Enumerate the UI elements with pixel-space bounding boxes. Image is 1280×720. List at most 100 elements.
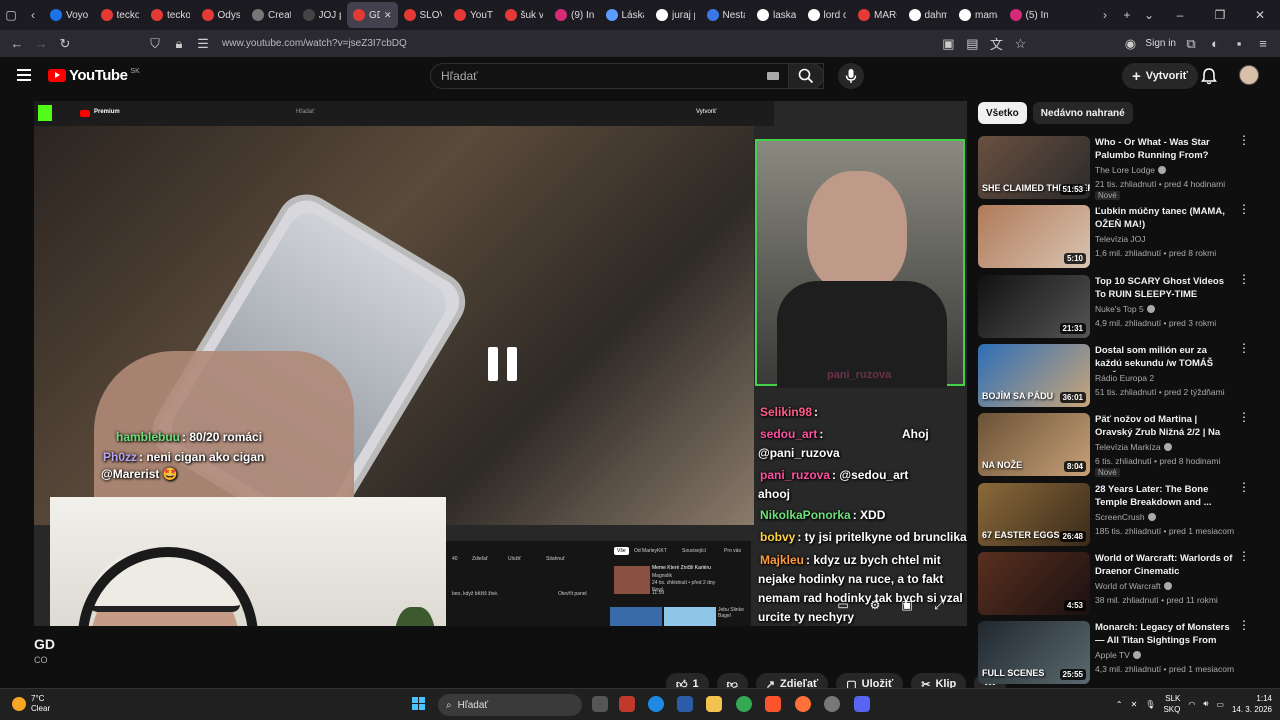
extensions-icon[interactable]: ⧉ [1182,36,1200,52]
more-options-icon[interactable]: ⋮ [1238,619,1250,631]
subtitles-icon[interactable]: ▭ [834,598,852,612]
hamburger-menu-icon[interactable] [17,69,31,81]
browser-tab[interactable]: Voyo [44,2,95,28]
more-options-icon[interactable]: ⋮ [1238,134,1250,146]
account-icon[interactable]: ◉ [1121,36,1139,52]
tabs-scroll-right-icon[interactable]: › [1094,2,1116,28]
video-thumbnail[interactable]: 5:10 [978,205,1090,269]
channel-name[interactable]: The Lore Lodge [1095,165,1167,175]
reload-icon[interactable]: ↻ [56,36,74,52]
video-player[interactable]: Premium Hľadať Vytvoriť pani_ruzova 40 Z… [34,101,967,626]
browser-tab[interactable]: MARC [852,2,903,28]
firefox-icon[interactable] [795,696,811,712]
chrome-icon[interactable] [736,696,752,712]
channel-name[interactable]: ScreenCrush [1095,512,1156,522]
clock[interactable]: 1:14 14. 3. 2026 [1232,693,1272,715]
tab-dropdown-icon[interactable]: ⌄ [1138,2,1160,28]
video-title[interactable]: Dostal som milión eur za každú sekundu /… [1095,344,1235,372]
recommended-video[interactable]: 5:10 Ľubkin múčny tanec (MAMA, OŽEŇ MA!) T… [978,203,1278,269]
battery-icon[interactable]: ▭ [1216,700,1224,709]
recommended-video[interactable]: SHE CLAIMED THEY WERE FOLLOWING51:53Who … [978,134,1278,200]
video-thumbnail[interactable]: 4:53 [978,551,1090,615]
miniplayer-icon[interactable]: ▣ [898,598,916,612]
chip-all[interactable]: Všetko [978,102,1027,124]
tabs-scroll-left-icon[interactable]: ‹ [22,2,44,28]
more-options-icon[interactable]: ⋮ [1238,411,1250,423]
discord-icon[interactable] [854,696,870,712]
tray-network-off-icon[interactable]: ✕ [1131,700,1138,709]
sign-in-link[interactable]: Sign in [1145,38,1176,49]
file-explorer-icon[interactable] [706,696,722,712]
tray-chevron-icon[interactable]: ⌃ [1116,700,1123,709]
maximize-icon[interactable]: ❐ [1200,2,1240,28]
browser-tab[interactable]: Create [246,2,297,28]
channel-name[interactable]: Televízia Markíza [1095,442,1172,452]
url-field[interactable]: www.youtube.com/watch?v=jseZ3I7cbDQ [218,38,933,49]
browser-tab[interactable]: laska [751,2,802,28]
brave-icon[interactable] [765,696,781,712]
chip-recent[interactable]: Nedávno nahrané [1032,102,1133,124]
firefox-color-icon[interactable]: ◐ [1206,36,1224,51]
keyboard-icon[interactable] [767,72,779,80]
more-options-icon[interactable]: ⋮ [1238,273,1250,285]
close-window-icon[interactable]: ✕ [1240,2,1280,28]
settings-gear-icon[interactable]: ⚙ [866,598,884,612]
fullscreen-icon[interactable]: ⤢ [930,598,948,612]
shield-icon[interactable]: ⛉ [146,36,164,52]
video-title[interactable]: Top 10 SCARY Ghost Videos To RUIN SLEEPY… [1095,275,1235,301]
new-tab-icon[interactable]: + [1116,2,1138,28]
video-title[interactable]: Who - Or What - Was Star Palumbo Running… [1095,136,1235,162]
video-title[interactable]: World of Warcraft: Warlords of Draenor C… [1095,552,1235,578]
browser-tab[interactable]: tecko [95,2,146,28]
channel-name[interactable]: Televízia JOJ [1095,234,1146,244]
video-title[interactable]: Ľubkin múčny tanec (MAMA, OŽEŇ MA!) [1095,205,1235,231]
search-input[interactable] [431,64,731,88]
minimize-icon[interactable]: – [1160,2,1200,28]
pause-icon[interactable] [488,347,517,381]
more-options-icon[interactable]: ⋮ [1238,550,1250,562]
edge-icon[interactable] [648,696,664,712]
browser-tab[interactable]: (5) Ins [1004,2,1055,28]
recommended-video[interactable]: FULL SCENES 25:55 Monarch: Legacy of Monst… [978,619,1278,685]
weather-widget[interactable]: 7°C Clear [12,694,50,714]
browser-tab[interactable]: lord o [802,2,853,28]
steam-icon[interactable] [824,696,840,712]
more-options-icon[interactable]: ⋮ [1238,203,1250,215]
store-icon[interactable] [619,696,635,712]
video-title[interactable]: Monarch: Legacy of Monsters — All Titan … [1095,621,1235,649]
browser-tab[interactable]: tecko2 [145,2,196,28]
channel-name[interactable]: World of Warcraft [1095,581,1172,591]
browser-tab[interactable]: JOJ play [297,2,348,28]
translate-icon[interactable]: 文 [987,34,1005,53]
volume-icon[interactable]: 🔊︎ [1203,699,1208,709]
browser-tab[interactable]: SLOVA [398,2,449,28]
recommended-video[interactable]: NA NOŽE 8:04 Päť nožov od Martina | Oravsk… [978,411,1278,478]
notifications-bell-icon[interactable] [1200,67,1218,85]
browser-tab[interactable]: Odyse [196,2,247,28]
picture-icon[interactable]: ▣ [939,36,957,52]
browser-tab[interactable]: šuk v [499,2,550,28]
more-options-icon[interactable]: ⋮ [1238,342,1250,354]
bookmark-star-icon[interactable]: ☆ [1011,36,1029,52]
video-title[interactable]: 28 Years Later: The Bone Temple Breakdow… [1095,483,1235,509]
voice-search-button[interactable] [838,63,864,89]
recommended-video[interactable]: 4:53 World of Warcraft: Warlords of Draen… [978,550,1278,616]
video-thumbnail[interactable]: NA NOŽE 8:04 [978,413,1090,477]
addon-icon[interactable]: ▪ [1230,36,1248,51]
keyboard-language[interactable]: SLK SKQ [1163,693,1180,715]
browser-tab[interactable]: YouTu [448,2,499,28]
menu-icon[interactable]: ≡ [1254,36,1272,51]
back-icon[interactable]: ← [8,36,26,51]
taskbar-search[interactable]: ⌕ Hľadať [438,694,582,716]
browser-tab[interactable]: dahm [903,2,954,28]
tab-list-icon[interactable]: ▢ [0,2,22,28]
close-tab-icon[interactable]: ✕ [384,10,392,21]
reader-icon[interactable]: ▤ [963,36,981,52]
task-view-icon[interactable] [592,696,608,712]
forward-icon[interactable]: → [32,36,50,51]
video-thumbnail[interactable]: SHE CLAIMED THEY WERE FOLLOWING51:53 [978,136,1090,199]
windows-start-icon[interactable] [412,697,426,711]
wifi-icon[interactable]: ◠ [1188,700,1195,709]
video-thumbnail[interactable]: FULL SCENES 25:55 [978,621,1090,685]
browser-tab[interactable]: juraj p [650,2,701,28]
